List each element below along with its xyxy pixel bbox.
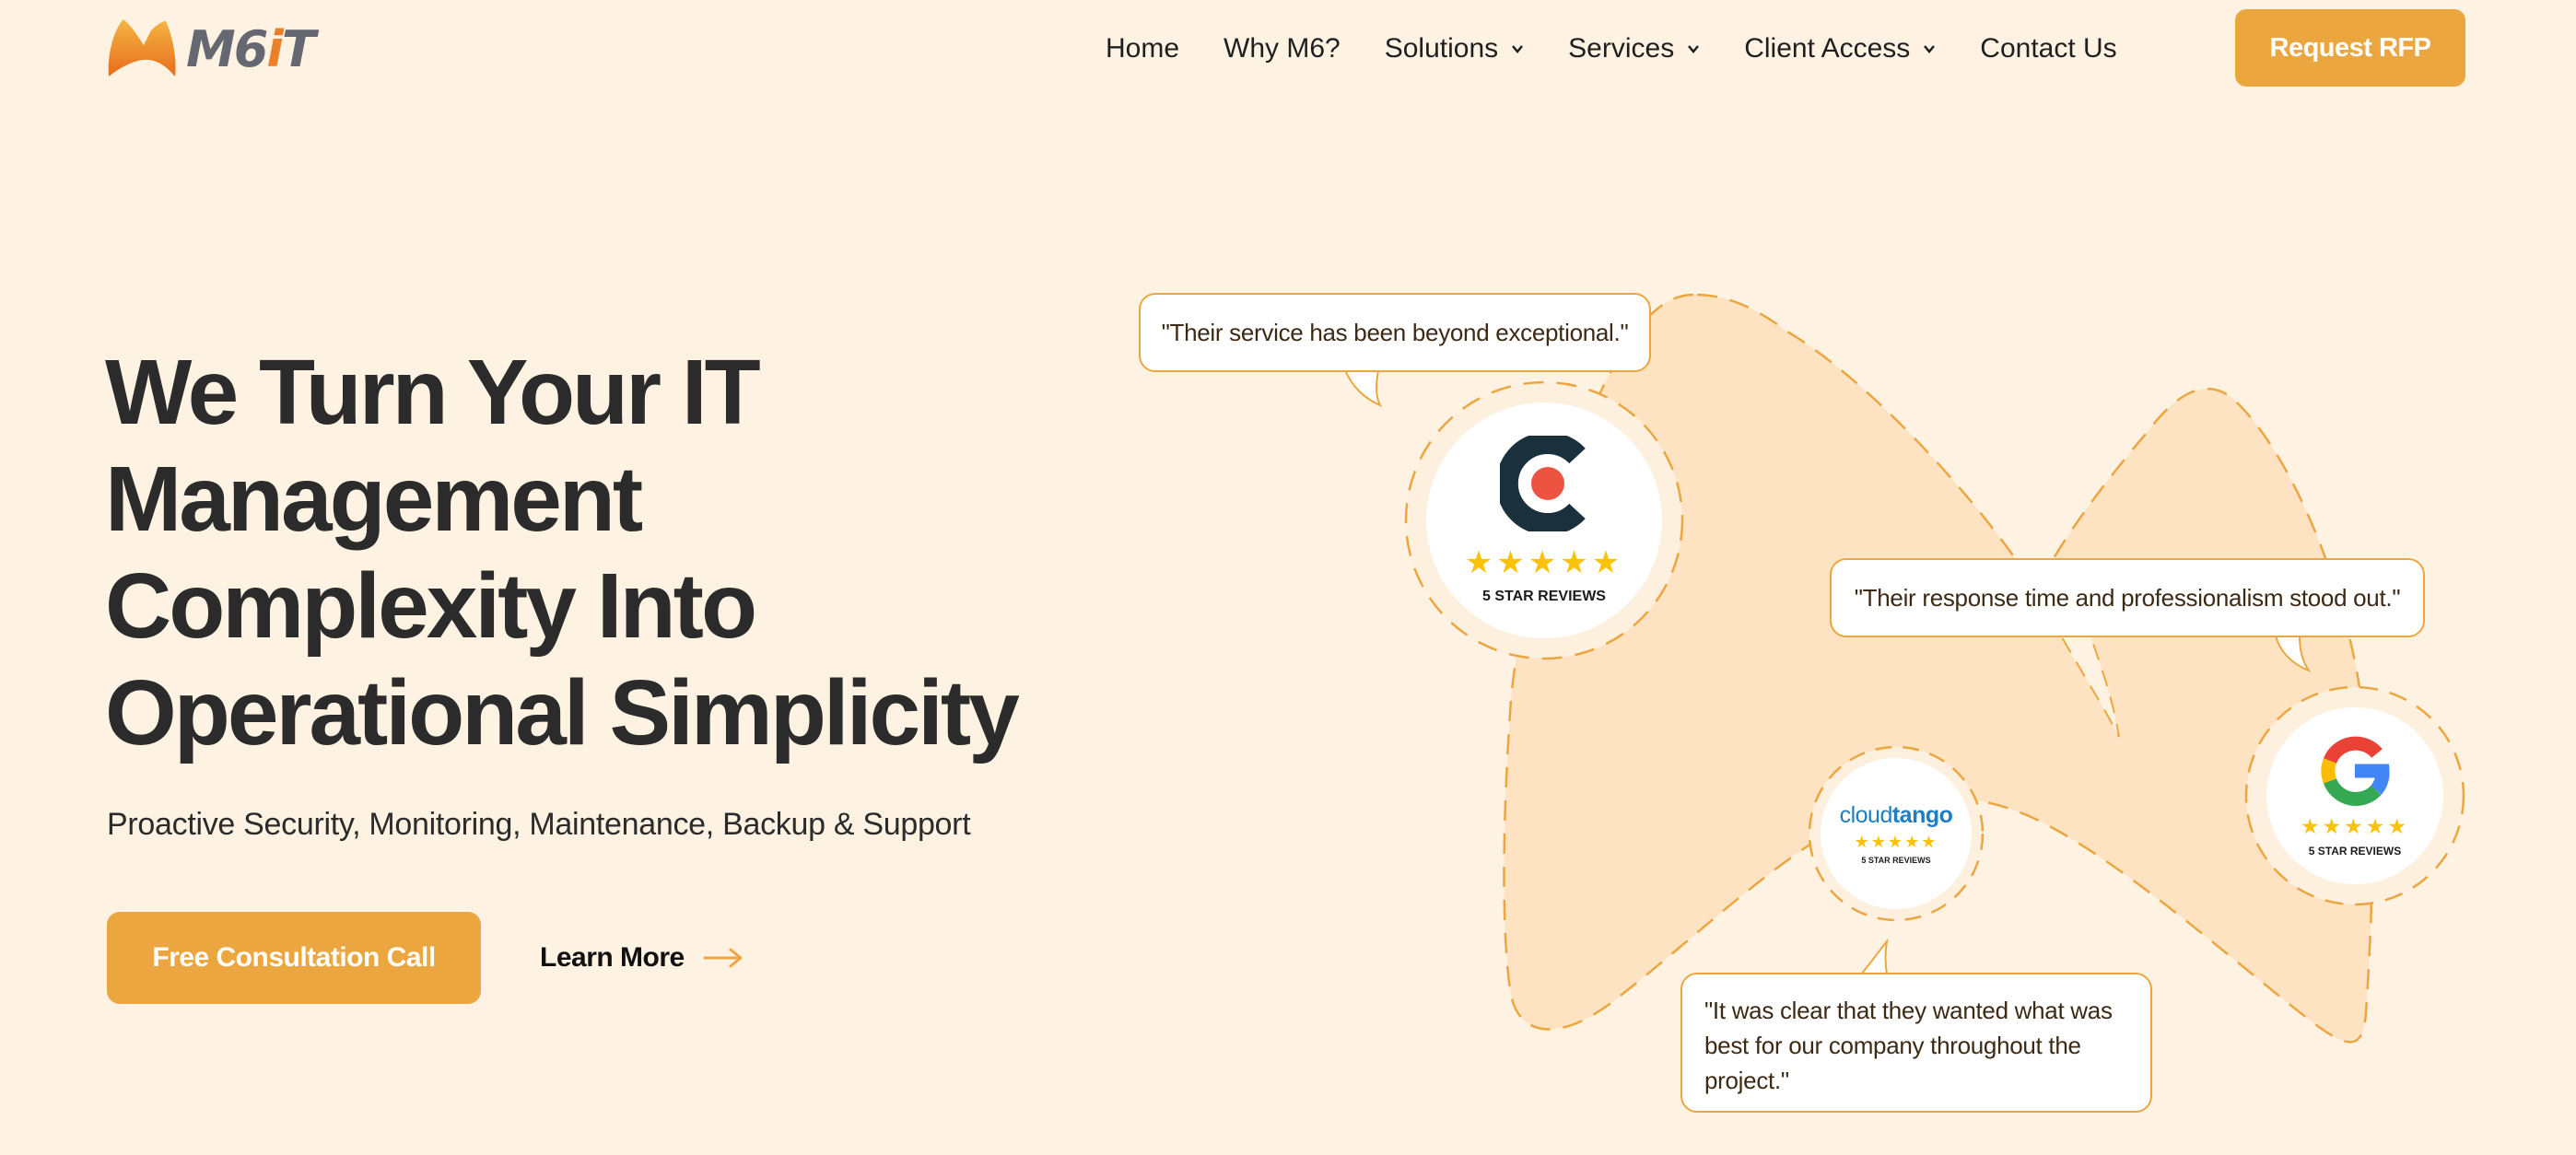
learn-more-label: Learn More: [540, 942, 685, 973]
nav-solutions[interactable]: Solutions: [1385, 33, 1524, 64]
nav-home[interactable]: Home: [1106, 33, 1179, 64]
five-star-rating: ★★★★★: [2300, 813, 2410, 838]
bubble-tail: [1858, 938, 1889, 975]
testimonial-bubble: "Their service has been beyond exception…: [1139, 293, 1651, 372]
five-star-rating: ★★★★★: [1464, 545, 1624, 580]
hero-title-line: We Turn Your IT: [105, 341, 761, 444]
brand-name-main: M6: [186, 19, 268, 78]
google-review-badge: ★★★★★ 5 STAR REVIEWS: [2266, 707, 2443, 884]
nav-contact-us-label: Contact Us: [1980, 33, 2117, 64]
five-star-rating: ★★★★★: [1854, 833, 1938, 851]
free-consultation-button[interactable]: Free Consultation Call: [107, 912, 481, 1004]
brand-logo[interactable]: M6iT: [105, 17, 345, 81]
nav-client-access[interactable]: Client Access: [1744, 33, 1936, 64]
nav-why-m6-label: Why M6?: [1224, 33, 1341, 64]
clutch-review-badge: ★★★★★ 5 STAR REVIEWS: [1426, 402, 1662, 638]
cloudtango-logo-part: cloud: [1839, 802, 1893, 828]
m-shape-background: [1503, 293, 2373, 1044]
hero-title-line: Complexity Into: [105, 554, 757, 658]
m6-mountain-logo-icon: [108, 19, 176, 76]
nav-why-m6[interactable]: Why M6?: [1224, 33, 1341, 64]
brand-wordmark: M6iT: [186, 19, 316, 78]
brand-name-i: i: [266, 19, 283, 78]
testimonial-quote: "Their response time and professionalism…: [1854, 583, 2401, 612]
nav-contact-us[interactable]: Contact Us: [1980, 33, 2116, 64]
nav-client-access-label: Client Access: [1744, 33, 1911, 64]
bubble-tail: [1343, 369, 1383, 408]
google-logo-icon: [2321, 736, 2390, 806]
request-rfp-button[interactable]: Request RFP: [2235, 9, 2465, 87]
cloudtango-review-badge: cloudtango ★★★★★ 5 STAR REVIEWS: [1821, 758, 1972, 909]
testimonial-bubble: "It was clear that they wanted what was …: [1680, 973, 2152, 1113]
reviews-label: 5 STAR REVIEWS: [1482, 589, 1606, 604]
reviews-label: 5 STAR REVIEWS: [2308, 844, 2402, 858]
hero-title-line: Operational Simplicity: [105, 661, 1020, 764]
hero-subtitle: Proactive Security, Monitoring, Maintena…: [107, 807, 971, 842]
nav-solutions-label: Solutions: [1384, 33, 1499, 64]
testimonial-quote: "Their service has been beyond exception…: [1161, 318, 1629, 346]
clutch-logo-icon: [1500, 436, 1586, 531]
chevron-down-icon: [1924, 45, 1936, 53]
cloudtango-logo: cloudtango: [1840, 802, 1953, 829]
learn-more-link[interactable]: Learn More: [540, 932, 744, 984]
chevron-down-icon: [1688, 45, 1700, 53]
arrow-right-icon: [703, 948, 743, 968]
main-navigation: Home Why M6? Solutions Services Client A…: [1106, 0, 2161, 98]
nav-home-label: Home: [1106, 33, 1180, 64]
reviews-label: 5 STAR REVIEWS: [1861, 856, 1931, 865]
chevron-down-icon: [1512, 45, 1524, 53]
hero-title: We Turn Your IT Management Complexity In…: [105, 339, 1118, 766]
bubble-tail: [2274, 635, 2312, 673]
hero-title-line: Management: [105, 448, 643, 551]
testimonial-bubble: "Their response time and professionalism…: [1830, 558, 2425, 637]
nav-services-label: Services: [1568, 33, 1675, 64]
cloudtango-logo-part: tango: [1891, 802, 1953, 828]
nav-services[interactable]: Services: [1568, 33, 1700, 64]
testimonial-quote: "It was clear that they wanted what was …: [1704, 997, 2113, 1094]
brand-name-t: T: [281, 19, 316, 78]
